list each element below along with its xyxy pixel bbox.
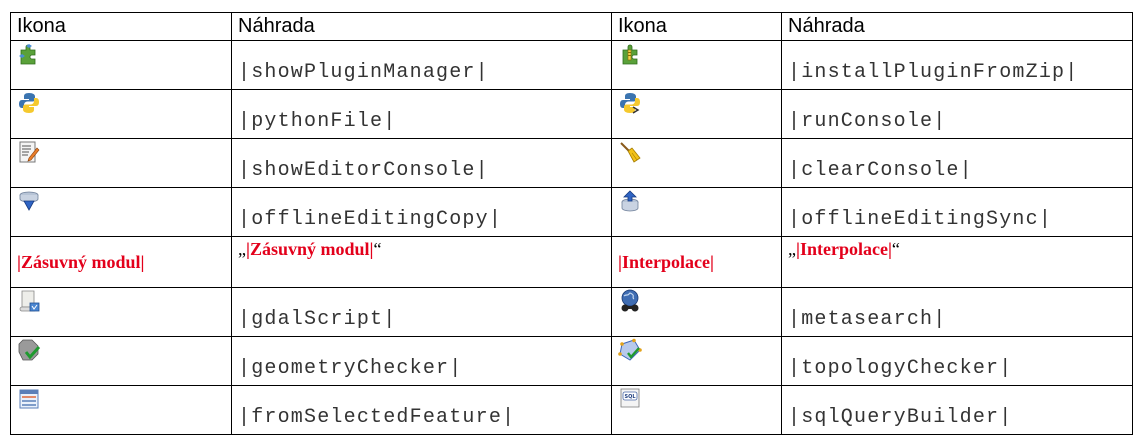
table-row: |showEditorConsole| |clearConsole| xyxy=(10,138,1133,188)
from-selected-feature-icon xyxy=(19,389,39,409)
geometry-checker-icon xyxy=(18,339,41,361)
close-quote: “ xyxy=(373,239,382,259)
python-file-icon xyxy=(19,93,39,113)
replacement-text: |installPluginFromZip| xyxy=(788,61,1079,84)
replacement-text: |geometryChecker| xyxy=(238,357,463,380)
close-quote: “ xyxy=(891,239,900,259)
run-console-icon xyxy=(620,93,640,114)
replacement-text: |pythonFile| xyxy=(238,110,397,133)
replacement-text: |sqlQueryBuilder| xyxy=(788,406,1013,429)
gdal-script-icon xyxy=(19,290,40,312)
replacement-text: |offlineEditingCopy| xyxy=(238,208,503,231)
replacement-text: |offlineEditingSync| xyxy=(788,208,1053,231)
open-quote: „ xyxy=(788,239,796,259)
interpolation-quoted-label: |Interpolace| xyxy=(796,239,892,259)
replacement-text: |metasearch| xyxy=(788,308,947,331)
topology-checker-icon xyxy=(618,338,642,361)
clear-console-icon xyxy=(620,142,641,163)
table-row: |fromSelectedFeature| SQL |sqlQueryBuild… xyxy=(10,385,1133,435)
header-icon: Ikona xyxy=(611,12,782,41)
offline-editing-copy-icon xyxy=(19,191,39,211)
replacement-text: |showEditorConsole| xyxy=(238,159,489,182)
replacement-text: |gdalScript| xyxy=(238,308,397,331)
plugin-quoted-label: |Zásuvný modul| xyxy=(246,239,374,259)
icon-substitution-table: Ikona Náhrada Ikona Náhrada |showPluginM… xyxy=(10,12,1133,435)
table-row: |offlineEditingCopy| |offlineEditingSync… xyxy=(10,187,1133,237)
replacement-text: |clearConsole| xyxy=(788,159,973,182)
sql-query-builder-icon: SQL xyxy=(620,388,640,408)
svg-text:SQL: SQL xyxy=(624,394,636,400)
replacement-text: |showPluginManager| xyxy=(238,61,489,84)
header-row: Ikona Náhrada Ikona Náhrada xyxy=(10,12,1133,41)
replacement-text: |topologyChecker| xyxy=(788,357,1013,380)
header-icon: Ikona xyxy=(10,12,232,41)
header-replacement: Náhrada xyxy=(231,12,612,41)
table-row-special: |Zásuvný modul| „|Zásuvný modul|“ |Inter… xyxy=(10,236,1133,288)
plugin-manager-icon xyxy=(19,44,36,65)
plugin-label: |Zásuvný modul| xyxy=(17,251,145,272)
table-row: |showPluginManager| |installPluginFromZi… xyxy=(10,40,1133,90)
editor-console-icon xyxy=(19,141,40,163)
table-row: |geometryChecker| |topologyChecker| xyxy=(10,336,1133,386)
open-quote: „ xyxy=(238,239,246,259)
table-row: |pythonFile| |runConsole| xyxy=(10,89,1133,139)
metasearch-icon xyxy=(621,289,639,312)
header-replacement: Náhrada xyxy=(781,12,1133,41)
table-row: |gdalScript| |metasearch| xyxy=(10,287,1133,337)
install-plugin-zip-icon xyxy=(622,44,638,65)
replacement-text: |fromSelectedFeature| xyxy=(238,406,516,429)
interpolation-label: |Interpolace| xyxy=(618,251,714,272)
offline-editing-sync-icon xyxy=(621,190,639,212)
replacement-text: |runConsole| xyxy=(788,110,947,133)
